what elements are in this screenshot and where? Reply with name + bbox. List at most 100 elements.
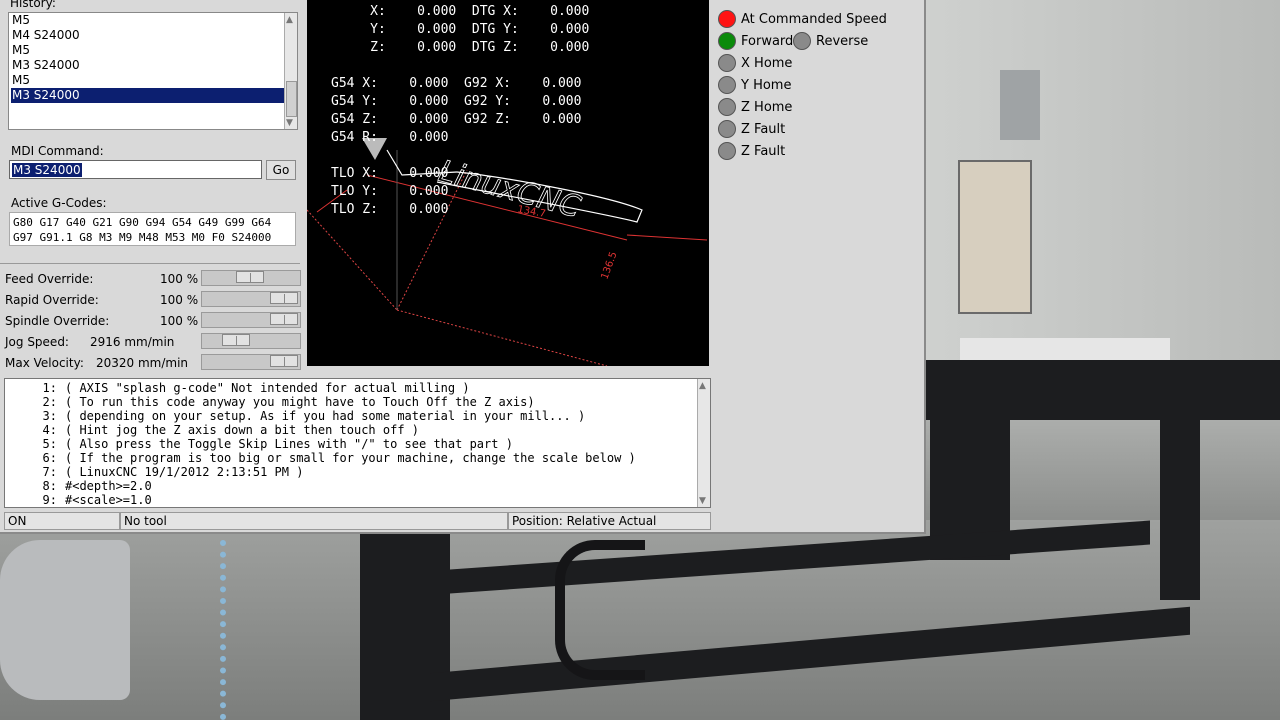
gcode-listing[interactable]: 1: ( AXIS "splash g-code" Not intended fo… [4, 378, 711, 508]
history-item[interactable]: M4 S24000 [11, 28, 284, 43]
status-led-icon [718, 10, 736, 28]
line-number: 2: [42, 395, 57, 409]
indicator-label: X Home [741, 56, 793, 71]
indicator-label: Forward [741, 34, 794, 49]
slider-thumb[interactable] [270, 292, 298, 304]
slider-thumb[interactable] [270, 313, 298, 325]
slider-thumb[interactable] [236, 271, 264, 283]
indicator-label: Reverse [816, 34, 869, 49]
spindle-override-slider[interactable] [201, 312, 301, 328]
jog-speed-value: 2916 mm/min [90, 335, 175, 349]
line-text: ( Hint jog the Z axis down a bit then to… [65, 423, 420, 437]
line-text: ( AXIS "splash g-code" Not intended for … [65, 381, 470, 395]
history-list[interactable]: M5 M4 S24000 M5 M3 S24000 M5 M3 S24000 ▲… [8, 12, 298, 130]
code-line[interactable]: 1: ( AXIS "splash g-code" Not intended fo… [9, 381, 470, 395]
dro-g54-r: G54 R: 0.000 [331, 130, 449, 145]
mdi-command-input[interactable]: M3 S24000 [9, 160, 262, 179]
code-line[interactable]: 9: #<scale>=1.0 [9, 493, 152, 507]
history-item[interactable]: M5 [11, 73, 284, 88]
mdi-label: MDI Command: [11, 144, 104, 158]
status-led-icon [793, 32, 811, 50]
status-led-icon [718, 76, 736, 94]
line-text: ( depending on your setup. As if you had… [65, 409, 586, 423]
scroll-down-arrow-icon[interactable]: ▼ [286, 118, 293, 128]
axis-window: History: M5 M4 S24000 M5 M3 S24000 M5 M3… [0, 0, 926, 534]
dro-g54-z: G54 Z: 0.000 G92 Z: 0.000 [331, 112, 582, 127]
line-text: ( LinuxCNC 19/1/2012 2:13:51 PM ) [65, 465, 304, 479]
max-velocity-row: Max Velocity: 20320 mm/min [5, 354, 301, 374]
spindle-override-value: 100 % [160, 314, 199, 328]
position-status: Position: Relative Actual [508, 512, 711, 530]
indicator-label: Z Fault [741, 122, 786, 137]
scroll-up-arrow-icon[interactable]: ▲ [286, 15, 293, 25]
dro-z: Z: 0.000 DTG Z: 0.000 [331, 40, 590, 55]
dro-y: Y: 0.000 DTG Y: 0.000 [331, 22, 590, 37]
line-number: 7: [42, 465, 57, 479]
divider [0, 263, 300, 264]
grid-line [396, 309, 608, 366]
history-scrollbar[interactable]: ▲ ▼ [284, 13, 297, 129]
vacuum-pump [0, 540, 130, 700]
jog-speed-row: Jog Speed: 2916 mm/min [5, 333, 301, 353]
rapid-override-slider[interactable] [201, 291, 301, 307]
dro-x: X: 0.000 DTG X: 0.000 [331, 4, 590, 19]
history-item[interactable]: M3 S24000 [11, 58, 284, 73]
status-led-icon [718, 54, 736, 72]
history-item[interactable]: M5 [11, 13, 284, 28]
extent-line [626, 234, 708, 241]
feed-override-value: 100 % [160, 272, 199, 286]
line-number: 5: [42, 437, 57, 451]
machine-leg [1160, 400, 1200, 600]
code-line[interactable]: 4: ( Hint jog the Z axis down a bit then … [9, 423, 419, 437]
feed-override-slider[interactable] [201, 270, 301, 286]
scroll-down-arrow-icon[interactable]: ▼ [699, 496, 706, 506]
code-line[interactable]: 3: ( depending on your setup. As if you h… [9, 409, 586, 423]
code-line[interactable]: 7: ( LinuxCNC 19/1/2012 2:13:51 PM ) [9, 465, 304, 479]
code-scrollbar[interactable]: ▲ ▼ [697, 379, 710, 507]
jog-speed-slider[interactable] [201, 333, 301, 349]
machine-status: ON [4, 512, 120, 530]
code-line[interactable]: 6: ( If the program is too big or small f… [9, 451, 636, 465]
slider-thumb[interactable] [222, 334, 250, 346]
toolpath-preview[interactable]: 134.7 136.5 LinuxCNC X: 0.000 DTG X: 0.0… [307, 0, 709, 366]
dro-g54-x: G54 X: 0.000 G92 X: 0.000 [331, 76, 582, 91]
scroll-up-arrow-icon[interactable]: ▲ [699, 381, 706, 391]
grid-line [307, 209, 398, 311]
dro-tlo-x: TLO X: 0.000 [331, 166, 449, 181]
status-led-icon [718, 98, 736, 116]
history-scroll-thumb[interactable] [286, 81, 297, 117]
line-text: #<depth>=2.0 [65, 479, 152, 493]
wall-bracket [1000, 70, 1040, 140]
line-text: #<scale>=1.0 [65, 493, 152, 507]
mdi-command-value[interactable]: M3 S24000 [12, 163, 82, 177]
indicator-label: Y Home [741, 78, 792, 93]
max-velocity-label: Max Velocity: [5, 356, 84, 370]
spindle-override-row: Spindle Override: 100 % [5, 312, 301, 332]
machine-beam-top [924, 360, 1280, 420]
slider-thumb[interactable] [270, 355, 298, 367]
air-hose [220, 540, 256, 720]
code-line[interactable]: 8: #<depth>=2.0 [9, 479, 152, 493]
code-line[interactable]: 5: ( Also press the Toggle Skip Lines wit… [9, 437, 513, 451]
spindle-housing [958, 160, 1032, 314]
indicator-label: At Commanded Speed [741, 12, 887, 27]
line-number: 3: [42, 409, 57, 423]
rapid-override-label: Rapid Override: [5, 293, 99, 307]
line-number: 1: [42, 381, 57, 395]
line-number: 8: [42, 479, 57, 493]
status-led-icon [718, 120, 736, 138]
go-button[interactable]: Go [266, 160, 296, 180]
history-label: History: [10, 0, 56, 10]
line-number: 9: [42, 493, 57, 507]
history-item-selected[interactable]: M3 S24000 [10, 87, 285, 104]
machine-plate [960, 338, 1170, 360]
dro-tlo-y: TLO Y: 0.000 [331, 184, 449, 199]
history-item[interactable]: M5 [11, 43, 284, 58]
max-velocity-value: 20320 mm/min [96, 356, 189, 370]
cable-chain [555, 540, 645, 680]
max-velocity-slider[interactable] [201, 354, 301, 370]
code-line[interactable]: 2: ( To run this code anyway you might ha… [9, 395, 535, 409]
line-text: ( If the program is too big or small for… [65, 451, 636, 465]
feed-override-label: Feed Override: [5, 272, 94, 286]
active-gcodes-line: G80 G17 G40 G21 G90 G94 G54 G49 G99 G64 [13, 216, 272, 229]
